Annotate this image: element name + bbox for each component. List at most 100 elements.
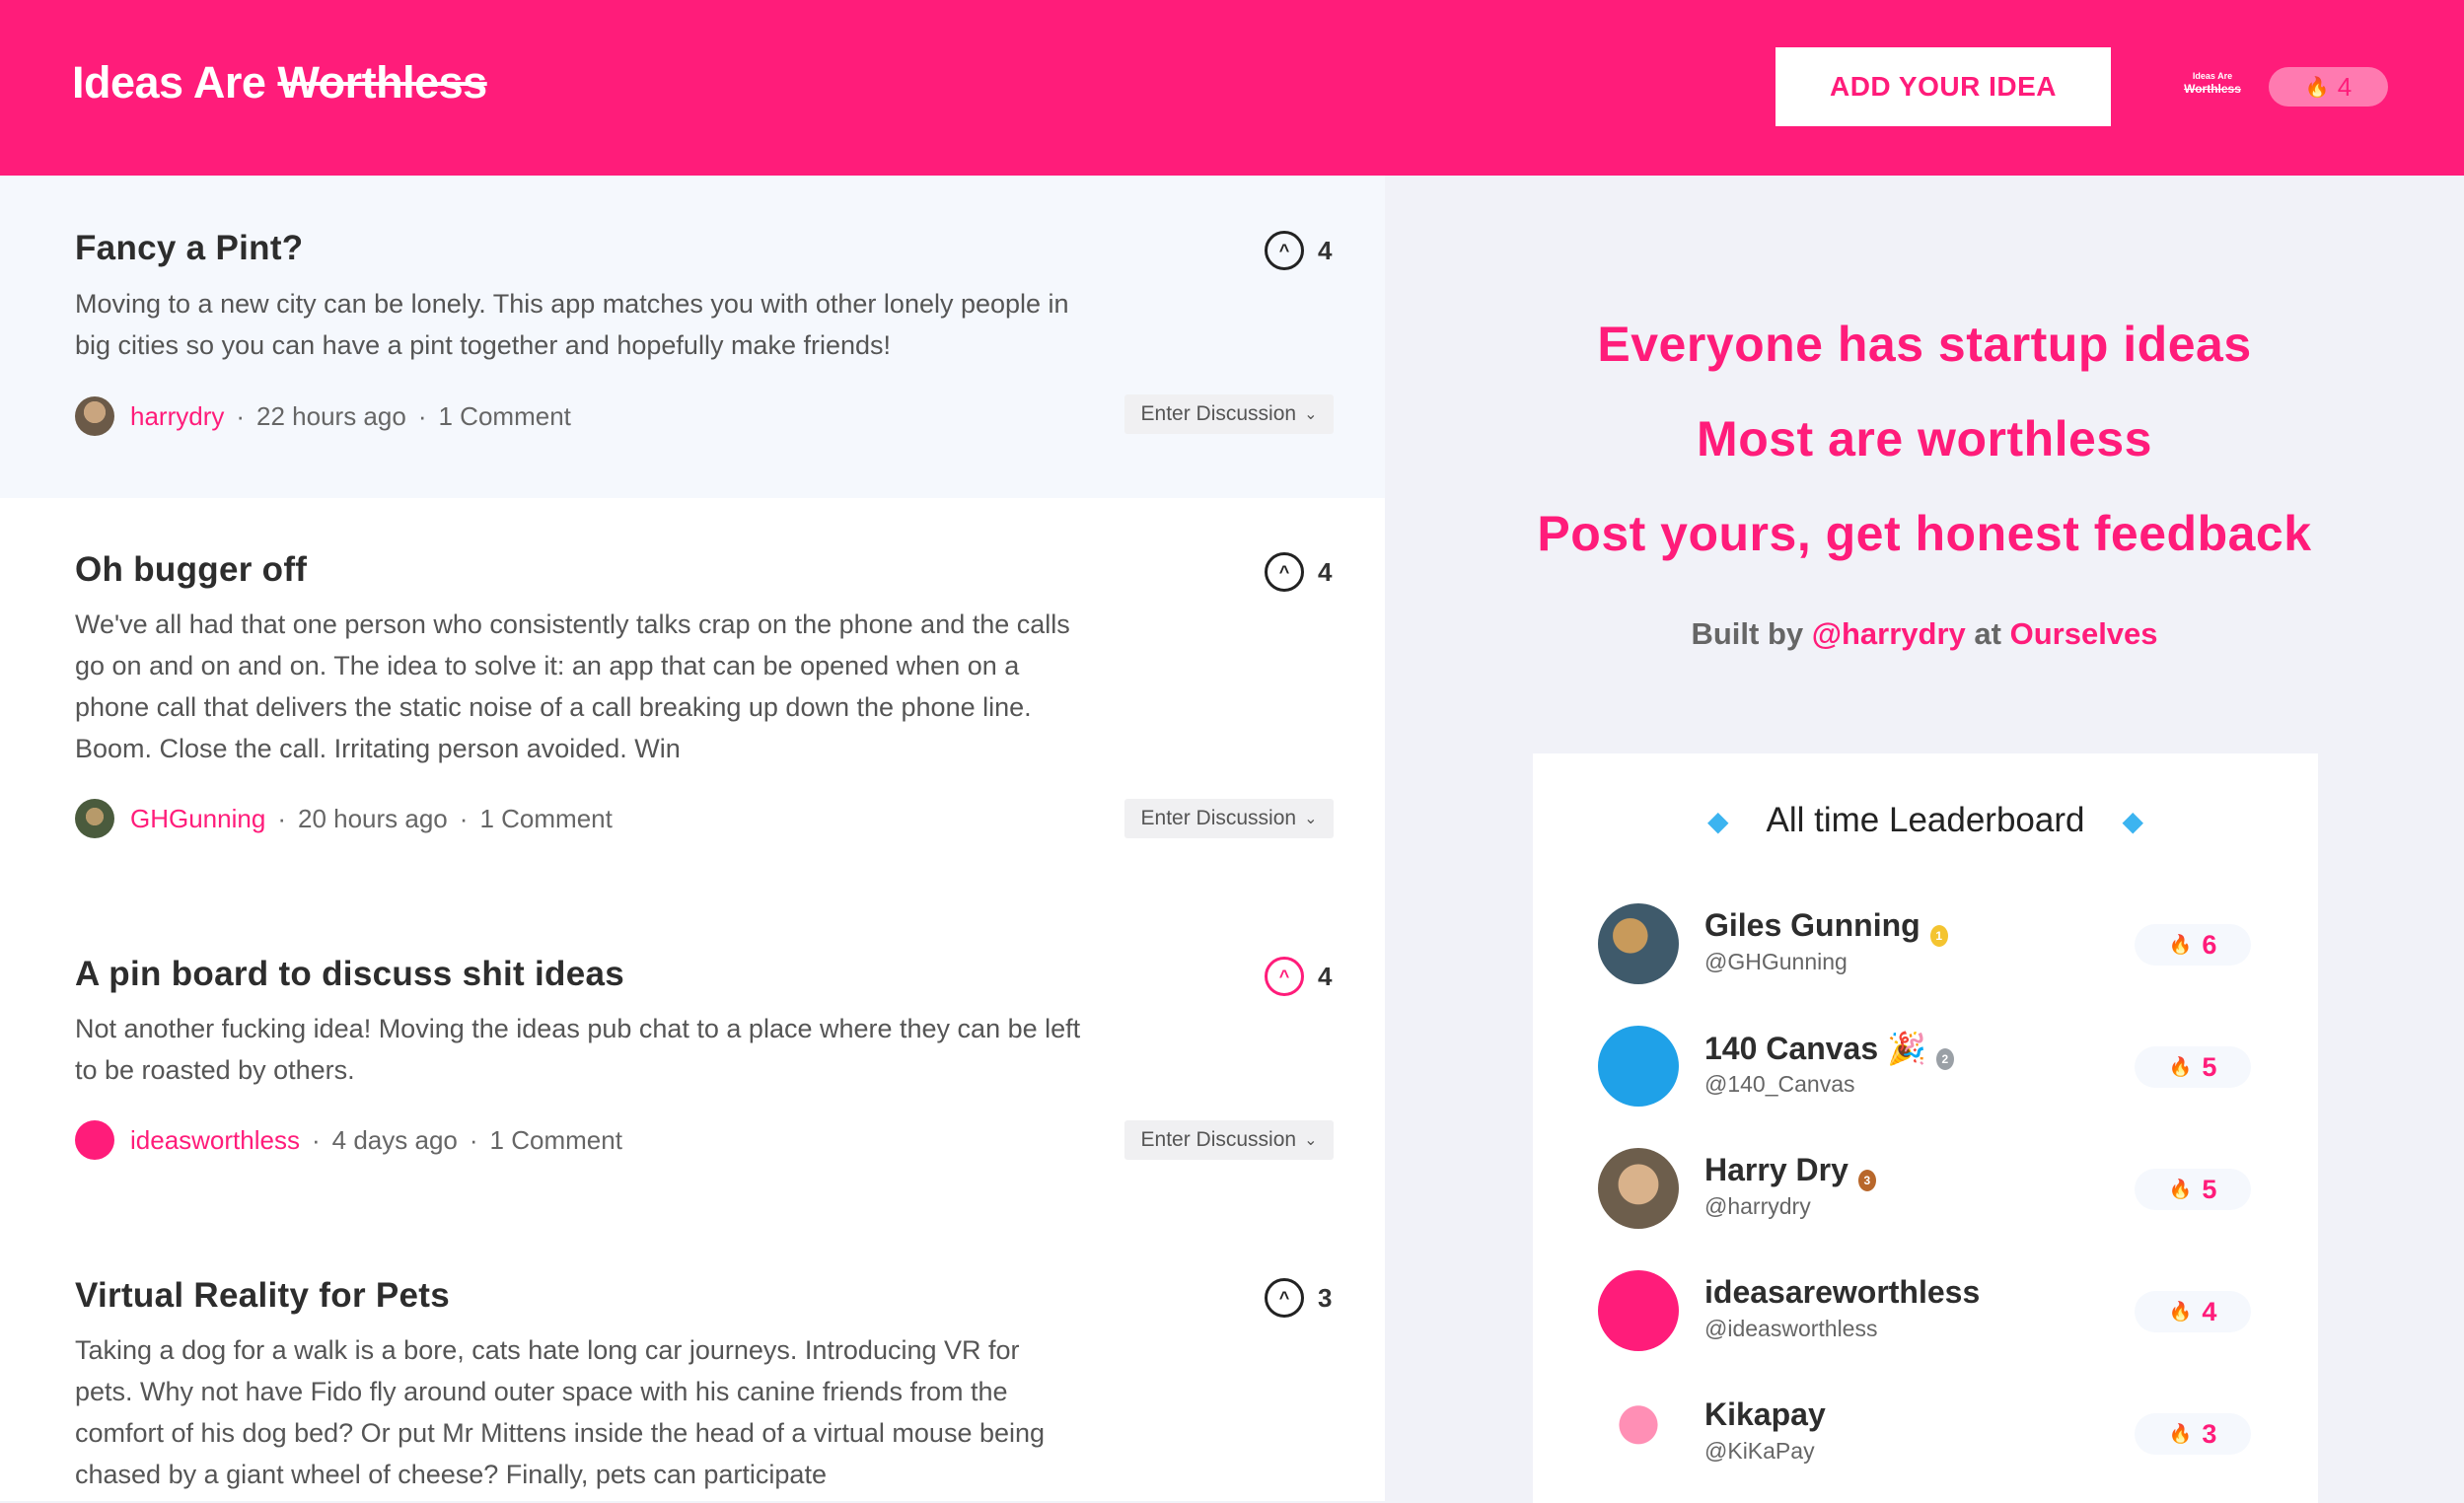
diamond-icon: ◆ — [1706, 805, 1729, 836]
leader-score-value: 5 — [2202, 1174, 2217, 1204]
gold-medal-icon: 1 — [1929, 925, 1948, 947]
leader-score-value: 4 — [2202, 1296, 2217, 1326]
author-link[interactable]: GHGunning — [130, 804, 265, 834]
author-avatar[interactable] — [75, 799, 114, 838]
built-by-user-link[interactable]: @harrydry — [1812, 616, 1966, 651]
idea-title[interactable]: A pin board to discuss shit ideas — [75, 955, 624, 994]
author-link[interactable]: ideasworthless — [130, 1125, 300, 1156]
chevron-down-icon: ⌄ — [1304, 811, 1318, 827]
enter-discussion-label: Enter Discussion — [1140, 402, 1297, 425]
add-idea-button[interactable]: ADD YOUR IDEA — [1776, 47, 2111, 126]
idea-body: We've all had that one person who consis… — [75, 609, 1070, 763]
party-icon: 🎉 — [1887, 1031, 1926, 1066]
idea-body: Not another fucking idea! Moving the ide… — [75, 1014, 1081, 1085]
mini-logo-line2: Worthless — [2184, 81, 2241, 96]
user-avatar-logo[interactable]: Ideas Are Worthless — [2175, 71, 2250, 96]
avatar[interactable] — [1598, 1270, 1679, 1351]
fire-icon: 🔥 — [2168, 1424, 2193, 1445]
leader-name-text: Giles Gunning — [1704, 907, 1920, 943]
idea-meta: harrydry · 22 hours ago · 1 Comment — [75, 396, 571, 436]
silver-medal-icon: 2 — [1935, 1048, 1954, 1070]
idea-body: Taking a dog for a walk is a bore, cats … — [75, 1335, 1046, 1489]
fire-icon: 🔥 — [2168, 1180, 2193, 1200]
leaderboard-title: ◆ All time Leaderboard ◆ — [1533, 801, 2318, 840]
leader-name[interactable]: Kikapay — [1704, 1396, 1826, 1433]
idea-title[interactable]: Fancy a Pint? — [75, 229, 303, 268]
upvote-control[interactable]: ^ 3 — [1265, 1278, 1332, 1318]
avatar[interactable] — [1598, 1026, 1679, 1107]
enter-discussion-button[interactable]: Enter Discussion ⌄ — [1124, 1120, 1334, 1160]
separator-dot: · — [277, 803, 286, 833]
leader-name[interactable]: ideasareworthless — [1704, 1274, 1980, 1311]
upvote-icon[interactable]: ^ — [1265, 957, 1304, 996]
upvote-icon[interactable]: ^ — [1265, 231, 1304, 270]
leaderboard-row[interactable]: Giles Gunning 1 @GHGunning 🔥 6 — [1598, 903, 2259, 986]
enter-discussion-label: Enter Discussion — [1140, 807, 1297, 829]
mini-logo-line1: Ideas Are — [2192, 71, 2233, 81]
logo-text-strike: Worthless — [277, 57, 487, 107]
tagline-line-2: Most are worthless — [1697, 411, 2152, 466]
leader-score-value: 3 — [2202, 1418, 2217, 1449]
avatar[interactable] — [1598, 1393, 1679, 1473]
fire-icon: 🔥 — [2168, 935, 2193, 956]
upvote-icon[interactable]: ^ — [1265, 552, 1304, 592]
enter-discussion-button[interactable]: Enter Discussion ⌄ — [1124, 799, 1334, 838]
comment-count[interactable]: 1 Comment — [439, 401, 571, 432]
upvote-control[interactable]: ^ 4 — [1265, 552, 1332, 592]
comment-count[interactable]: 1 Comment — [490, 1125, 622, 1156]
vote-count: 4 — [1318, 961, 1333, 991]
leader-name[interactable]: 140 Canvas 🎉 2 — [1704, 1030, 1954, 1070]
leader-score: 🔥 5 — [2135, 1169, 2251, 1210]
built-at-text: at — [1974, 616, 2001, 651]
author-link[interactable]: harrydry — [130, 401, 224, 432]
top-header: Ideas Are Worthless ADD YOUR IDEA Ideas … — [0, 0, 2464, 176]
leaderboard-row[interactable]: ideasareworthless @ideasworthless 🔥 4 — [1598, 1270, 2259, 1353]
post-time: 20 hours ago — [297, 803, 448, 833]
leader-handle: @GHGunning — [1704, 949, 1848, 974]
company-link[interactable]: Ourselves — [2010, 616, 2158, 651]
separator-dot: · — [236, 400, 246, 431]
upvote-control[interactable]: ^ 4 — [1265, 231, 1332, 270]
site-logo[interactable]: Ideas Are Worthless — [72, 57, 487, 108]
idea-title[interactable]: Oh bugger off — [75, 550, 307, 590]
leader-name[interactable]: Harry Dry 3 — [1704, 1152, 1876, 1191]
leader-handle: @KiKaPay — [1704, 1438, 1815, 1464]
tagline-line-3: Post yours, get honest feedback — [1537, 506, 2312, 561]
leader-score-value: 6 — [2202, 929, 2217, 960]
user-score-pill[interactable]: 🔥 4 — [2269, 67, 2388, 107]
leaderboard-row[interactable]: 140 Canvas 🎉 2 @140_Canvas 🔥 5 — [1598, 1026, 2259, 1109]
leader-score: 🔥 3 — [2135, 1413, 2251, 1455]
fire-icon: 🔥 — [2304, 76, 2330, 99]
leader-score: 🔥 6 — [2135, 924, 2251, 966]
chevron-down-icon: ⌄ — [1304, 406, 1318, 423]
fire-icon: 🔥 — [2168, 1057, 2193, 1078]
leader-score: 🔥 5 — [2135, 1046, 2251, 1088]
author-avatar[interactable] — [75, 396, 114, 436]
idea-title[interactable]: Virtual Reality for Pets — [75, 1276, 450, 1316]
leader-score: 🔥 4 — [2135, 1291, 2251, 1332]
chevron-down-icon: ⌄ — [1304, 1132, 1318, 1149]
comment-count[interactable]: 1 Comment — [479, 804, 612, 834]
enter-discussion-button[interactable]: Enter Discussion ⌄ — [1124, 394, 1334, 434]
built-by-line: Built by @harrydry at Ourselves — [1385, 616, 2464, 652]
author-avatar[interactable] — [75, 1120, 114, 1160]
idea-meta: ideasworthless · 4 days ago · 1 Comment — [75, 1120, 622, 1160]
separator-dot: · — [311, 1124, 321, 1155]
upvote-control[interactable]: ^ 4 — [1265, 957, 1332, 996]
leader-name-text: Harry Dry — [1704, 1152, 1848, 1187]
vote-count: 4 — [1318, 556, 1333, 587]
diamond-icon: ◆ — [2122, 805, 2144, 836]
avatar[interactable] — [1598, 903, 1679, 984]
avatar[interactable] — [1598, 1148, 1679, 1229]
leader-handle: @140_Canvas — [1704, 1071, 1855, 1097]
fire-icon: 🔥 — [2168, 1302, 2193, 1323]
post-time: 22 hours ago — [256, 400, 406, 431]
leader-name[interactable]: Giles Gunning 1 — [1704, 907, 1948, 947]
built-by-text: Built by — [1691, 616, 1804, 651]
upvote-icon[interactable]: ^ — [1265, 1278, 1304, 1318]
tagline-line-1: Everyone has startup ideas — [1597, 317, 2252, 372]
leaderboard-row[interactable]: Kikapay @KiKaPay 🔥 3 — [1598, 1393, 2259, 1475]
leaderboard-row[interactable]: Harry Dry 3 @harrydry 🔥 5 — [1598, 1148, 2259, 1231]
idea-meta: GHGunning · 20 hours ago · 1 Comment — [75, 799, 613, 838]
logo-text-plain: Ideas Are — [72, 57, 266, 107]
